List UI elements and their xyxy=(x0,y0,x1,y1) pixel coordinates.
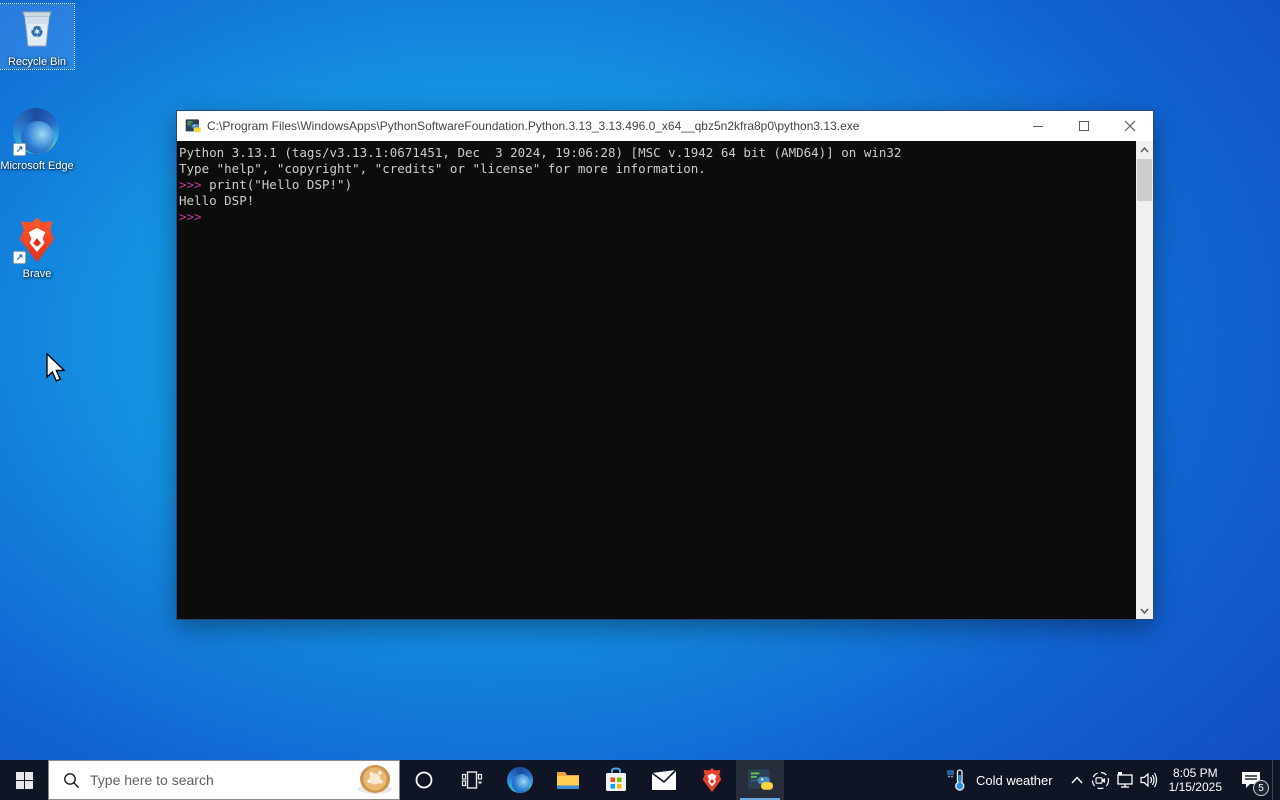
taskbar-app-task-view[interactable] xyxy=(448,760,496,800)
taskbar-app-microsoft-store[interactable] xyxy=(592,760,640,800)
console-command: print("Hello DSP!") xyxy=(201,177,353,192)
window-titlebar[interactable]: C:\Program Files\WindowsApps\PythonSoftw… xyxy=(177,111,1153,141)
cortana-icon xyxy=(415,771,433,789)
cold-weather-icon xyxy=(947,769,965,791)
search-highlight-donut-image[interactable] xyxy=(357,765,393,795)
console-banner-line: Python 3.13.1 (tags/v3.13.1:0671451, Dec… xyxy=(179,145,902,160)
python-console-icon xyxy=(748,769,773,790)
desktop-icon-label: Microsoft Edge xyxy=(0,160,74,172)
taskbar-clock[interactable]: 8:05 PM 1/15/2025 xyxy=(1161,760,1230,800)
close-button[interactable] xyxy=(1107,111,1153,141)
taskbar-app-brave[interactable] xyxy=(688,760,736,800)
desktop-icon-recycle-bin[interactable]: ♻ Recycle Bin xyxy=(0,3,75,70)
svg-text:♻: ♻ xyxy=(30,24,43,41)
scroll-down-icon[interactable] xyxy=(1136,602,1153,619)
brave-icon xyxy=(702,768,722,792)
mail-icon xyxy=(651,769,677,790)
desktop-icon-label: Brave xyxy=(22,268,52,280)
taskbar-app-edge[interactable] xyxy=(496,760,544,800)
desktop-icon-label: Recycle Bin xyxy=(7,56,67,68)
shortcut-arrow-icon: ↗ xyxy=(13,143,26,156)
scrollbar-thumb[interactable] xyxy=(1137,159,1152,201)
console-banner-line: Type "help", "copyright", "credits" or "… xyxy=(179,161,706,176)
console-prompt: >>> xyxy=(179,209,202,224)
minimize-button[interactable] xyxy=(1015,111,1061,141)
search-input[interactable] xyxy=(90,772,357,788)
clock-date: 1/15/2025 xyxy=(1168,780,1222,794)
console-prompt: >>> xyxy=(179,177,202,192)
start-button[interactable] xyxy=(0,760,48,800)
console-output[interactable]: Python 3.13.1 (tags/v3.13.1:0671451, Dec… xyxy=(177,141,1136,619)
desktop-icon-microsoft-edge[interactable]: ↗ Microsoft Edge xyxy=(0,108,74,173)
maximize-button[interactable] xyxy=(1061,111,1107,141)
action-center-button[interactable]: 5 xyxy=(1230,760,1272,800)
search-icon xyxy=(64,772,79,788)
task-view-icon xyxy=(461,771,483,789)
shortcut-arrow-icon: ↗ xyxy=(13,251,26,264)
volume-icon[interactable] xyxy=(1137,760,1161,800)
window-title: C:\Program Files\WindowsApps\PythonSoftw… xyxy=(207,119,860,133)
recycle-bin-icon: ♻ xyxy=(13,4,61,52)
show-desktop-button[interactable] xyxy=(1272,760,1280,800)
taskbar: Cold weather xyxy=(0,760,1280,800)
mouse-cursor xyxy=(45,352,67,388)
taskbar-app-mail[interactable] xyxy=(640,760,688,800)
python-console-window: C:\Program Files\WindowsApps\PythonSoftw… xyxy=(176,110,1154,620)
taskbar-weather-widget[interactable]: Cold weather xyxy=(934,760,1065,800)
network-icon[interactable] xyxy=(1113,760,1137,800)
windows-logo-icon xyxy=(15,771,33,789)
edge-icon: ↗ xyxy=(13,108,61,156)
hidden-icons-chevron[interactable] xyxy=(1065,760,1089,800)
python-console-window-icon xyxy=(185,118,201,134)
taskbar-app-python-console[interactable] xyxy=(736,760,784,800)
console-scrollbar[interactable] xyxy=(1136,141,1153,619)
brave-icon: ↗ xyxy=(13,216,61,264)
clock-time: 8:05 PM xyxy=(1172,766,1218,780)
taskbar-search[interactable] xyxy=(48,760,400,800)
cortana-button[interactable] xyxy=(400,760,448,800)
notification-badge: 5 xyxy=(1253,780,1269,796)
desktop-icon-brave[interactable]: ↗ Brave xyxy=(0,216,74,281)
taskbar-app-file-explorer[interactable] xyxy=(544,760,592,800)
microsoft-store-icon xyxy=(606,767,626,791)
meet-now-icon[interactable] xyxy=(1089,760,1113,800)
edge-icon xyxy=(507,767,533,793)
file-explorer-icon xyxy=(557,772,579,789)
scroll-up-icon[interactable] xyxy=(1136,141,1153,158)
console-output-line: Hello DSP! xyxy=(179,193,255,208)
weather-label: Cold weather xyxy=(976,772,1053,788)
